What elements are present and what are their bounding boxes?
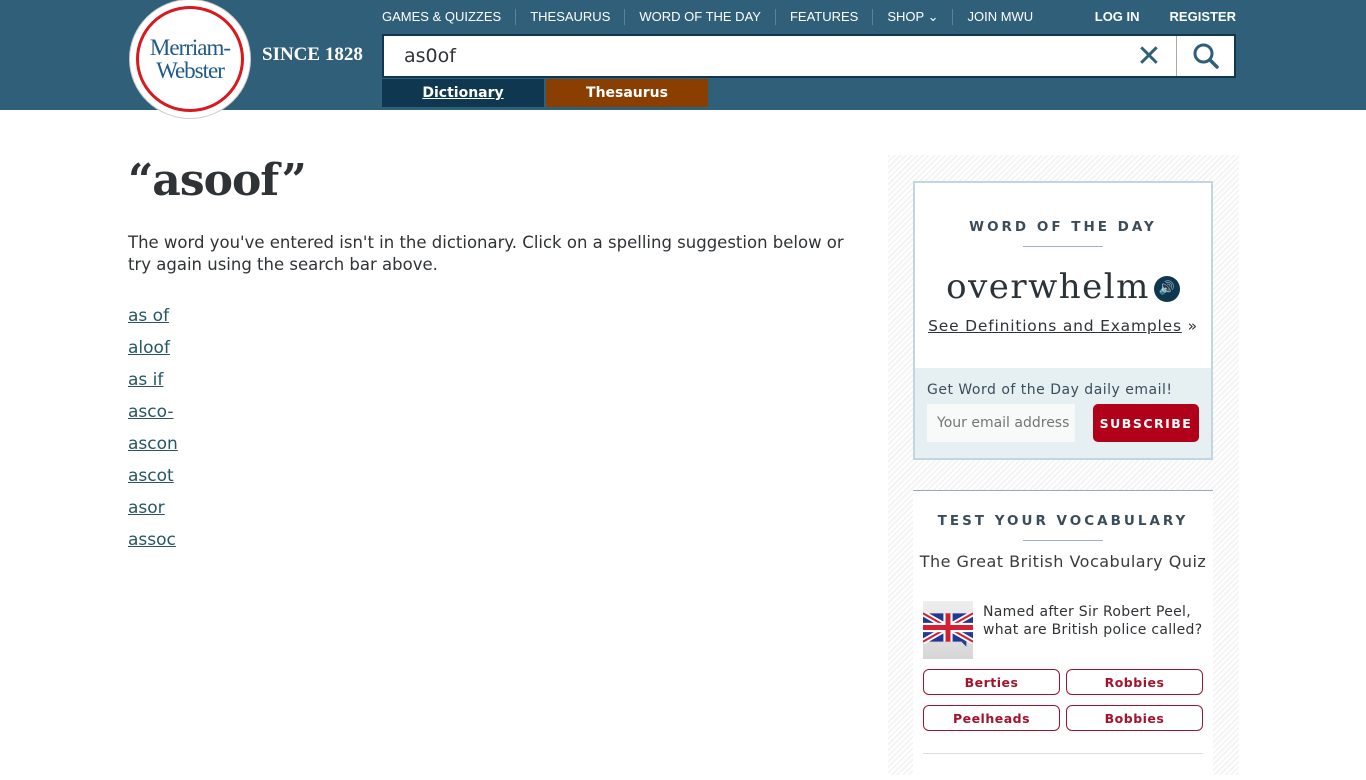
email-input[interactable]: [927, 404, 1075, 442]
login-link[interactable]: LOG IN: [1095, 9, 1140, 24]
nav-word-of-the-day[interactable]: WORD OF THE DAY: [624, 9, 775, 25]
email-prompt: Get Word of the Day daily email!: [927, 382, 1173, 398]
subscribe-button[interactable]: SUBSCRIBE: [1093, 404, 1199, 442]
search-icon: [1193, 43, 1219, 69]
word-of-the-day-card: WORD OF THE DAY overwhelm 🔊 See Definitio…: [913, 181, 1213, 460]
site-header: Merriam- Webster SINCE 1828 GAMES & QUIZ…: [0, 0, 1366, 118]
answer-button[interactable]: Robbies: [1066, 669, 1203, 695]
link-arrow: »: [1181, 317, 1198, 335]
not-found-message: The word you've entered isn't in the dic…: [128, 233, 844, 274]
nav-thesaurus[interactable]: THESAURUS: [515, 9, 624, 25]
suggestion-link[interactable]: ascot: [128, 466, 174, 486]
suggestion-link[interactable]: asor: [128, 498, 165, 518]
tab-dictionary-label: Dictionary: [422, 85, 504, 101]
answer-button[interactable]: Peelheads: [923, 705, 1060, 731]
wod-word[interactable]: overwhelm: [946, 267, 1150, 307]
email-signup: Get Word of the Day daily email! SUBSCRI…: [915, 368, 1211, 458]
search-bar: ✕: [382, 34, 1236, 78]
top-nav: GAMES & QUIZZES THESAURUS WORD OF THE DA…: [382, 9, 1047, 25]
nav-features[interactable]: FEATURES: [774, 9, 872, 25]
tab-thesaurus[interactable]: Thesaurus: [546, 79, 708, 107]
nav-join-mwu[interactable]: JOIN MWU: [952, 9, 1047, 25]
answer-button[interactable]: Bobbies: [1066, 705, 1203, 731]
divider: [1023, 540, 1103, 541]
answer-button[interactable]: Berties: [923, 669, 1060, 695]
union-jack-image: [923, 601, 973, 659]
speaker-icon[interactable]: 🔊: [1153, 276, 1180, 302]
see-definitions-link[interactable]: See Definitions and Examples: [928, 317, 1182, 335]
wod-caption: WORD OF THE DAY: [969, 219, 1157, 235]
spelling-suggestions: as of aloof as if asco- ascon ascot asor…: [128, 306, 848, 562]
since-1828: SINCE 1828: [262, 44, 363, 65]
quiz-title[interactable]: The Great British Vocabulary Quiz: [913, 552, 1213, 571]
sidebar: WORD OF THE DAY overwhelm 🔊 See Definitio…: [888, 155, 1239, 780]
tab-thesaurus-label: Thesaurus: [586, 85, 668, 101]
tab-dictionary[interactable]: Dictionary: [382, 79, 544, 107]
vocab-caption: TEST YOUR VOCABULARY: [937, 513, 1189, 529]
suggestion-link[interactable]: as of: [128, 306, 169, 326]
search-button[interactable]: [1176, 36, 1234, 76]
clear-icon[interactable]: ✕: [1122, 39, 1176, 74]
nav-games-quizzes[interactable]: GAMES & QUIZZES: [382, 9, 515, 25]
suggestion-link[interactable]: ascon: [128, 434, 178, 454]
suggestion-link[interactable]: asco-: [128, 402, 173, 422]
suggestion-link[interactable]: aloof: [128, 338, 170, 358]
logo-line-2: Webster: [156, 58, 225, 83]
main-content: “asoof” The word you've entered isn't in…: [128, 155, 848, 562]
search-input[interactable]: [384, 36, 1122, 76]
merriam-webster-logo[interactable]: Merriam- Webster: [130, 0, 250, 118]
register-link[interactable]: REGISTER: [1170, 9, 1236, 24]
nav-shop[interactable]: SHOP ⌄: [872, 9, 952, 25]
page-title: “asoof”: [128, 155, 307, 206]
divider: [1023, 246, 1103, 247]
quiz-question: Named after Sir Robert Peel, what are Br…: [983, 604, 1203, 638]
suggestion-link[interactable]: as if: [128, 370, 163, 390]
divider: [923, 753, 1203, 754]
vocabulary-quiz-card: TEST YOUR VOCABULARY The Great British V…: [913, 490, 1213, 780]
suggestion-link[interactable]: assoc: [128, 530, 176, 550]
logo-line-1: Merriam-: [149, 35, 231, 60]
